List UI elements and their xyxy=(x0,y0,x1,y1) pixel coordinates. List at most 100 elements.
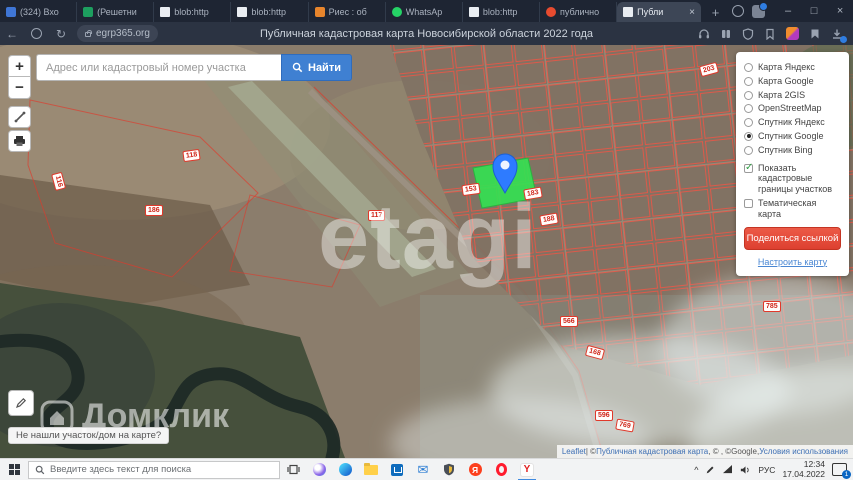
tab-title: (Решетни xyxy=(97,7,137,17)
grid-app-icon xyxy=(314,7,325,17)
checkbox-checked-icon[interactable] xyxy=(744,162,753,173)
layer-option-bing-sat[interactable]: Спутник Bing xyxy=(744,145,841,156)
layer-option-yandex-map[interactable]: Карта Яндекс xyxy=(744,62,841,73)
download-badge xyxy=(840,35,847,43)
browser-tab[interactable]: blob:http xyxy=(154,2,232,22)
reload-icon[interactable]: ↻ xyxy=(49,27,73,41)
clock[interactable]: 12:34 17.04.2022 xyxy=(782,459,825,479)
tab-title: Публи xyxy=(637,7,664,17)
download-icon[interactable] xyxy=(831,28,847,43)
yandex-button[interactable]: Я xyxy=(462,459,488,480)
notification-badge: 1 xyxy=(842,470,851,479)
profile-icon[interactable] xyxy=(752,1,769,18)
pkk-link[interactable]: Публичная кадастровая карта xyxy=(596,447,708,456)
radio-icon[interactable] xyxy=(744,145,753,155)
radio-icon[interactable] xyxy=(744,63,753,72)
zoom-out-button[interactable]: − xyxy=(8,77,31,99)
address-bar[interactable]: egrp365.org xyxy=(77,25,158,42)
volume-icon[interactable] xyxy=(740,465,751,475)
store-button[interactable] xyxy=(384,459,410,480)
opera-button[interactable] xyxy=(488,459,514,480)
browser-tab-active[interactable]: Публи × xyxy=(617,2,701,22)
close-window-button[interactable]: × xyxy=(827,0,853,22)
map-search: Найти xyxy=(36,54,352,81)
language-indicator[interactable]: РУС xyxy=(758,465,775,475)
search-input[interactable] xyxy=(36,54,281,81)
back-icon[interactable]: ← xyxy=(0,27,24,41)
network-icon[interactable] xyxy=(722,465,733,474)
layer-option-osm[interactable]: OpenStreetMap xyxy=(744,103,841,114)
tray-expand-icon[interactable]: ^ xyxy=(694,465,698,475)
browser-sync-icon[interactable] xyxy=(732,5,745,17)
zoom-in-button[interactable]: + xyxy=(8,55,31,77)
browser-tab[interactable]: Риес : об xyxy=(309,2,386,22)
show-boundaries-checkbox[interactable]: Показать кадастровые границы участков xyxy=(744,162,841,195)
protect-icon[interactable] xyxy=(742,27,754,40)
parcel-label[interactable]: 186 xyxy=(145,205,163,216)
radio-icon[interactable] xyxy=(744,90,753,100)
browser-tab[interactable]: (324) Вхо xyxy=(0,2,78,22)
date-text: 17.04.2022 xyxy=(782,468,825,479)
action-center-button[interactable]: 1 xyxy=(832,463,851,479)
radio-icon[interactable] xyxy=(744,118,753,128)
radio-icon[interactable] xyxy=(744,76,753,86)
extension-avatar-icon[interactable] xyxy=(786,27,799,40)
find-button-label: Найти xyxy=(308,61,341,74)
browser-tab[interactable]: (Решетни xyxy=(77,2,155,22)
cadastral-map[interactable]: 233 118 116 186 117 153 183 188 203 566 … xyxy=(0,45,853,458)
layer-option-2gis-map[interactable]: Карта 2GIS xyxy=(744,90,841,101)
close-tab-icon[interactable]: × xyxy=(689,7,695,18)
task-view-button[interactable] xyxy=(280,459,306,480)
leaflet-link[interactable]: Leaflet xyxy=(562,447,586,456)
configure-map-link[interactable]: Настроить карту xyxy=(744,257,841,267)
parcel-label[interactable]: 785 xyxy=(763,301,781,312)
yandex-browser-button[interactable]: Y xyxy=(514,459,540,480)
parcel-label[interactable]: 566 xyxy=(560,316,578,327)
parcel-label[interactable]: 596 xyxy=(595,410,613,421)
minimize-button[interactable]: – xyxy=(775,0,801,22)
browser-tab[interactable]: WhatsAp xyxy=(386,2,463,22)
taskbar-search-input[interactable] xyxy=(50,464,273,475)
browser-tab[interactable]: blob:http xyxy=(463,2,540,22)
browser-tab-strip: (324) Вхо (Решетни blob:http blob:http Р… xyxy=(0,0,853,22)
extensions-icon[interactable] xyxy=(720,28,732,40)
print-button[interactable] xyxy=(8,130,31,152)
radio-icon[interactable] xyxy=(744,104,753,114)
tab-title: blob:http xyxy=(174,7,209,17)
whatsapp-icon xyxy=(391,7,402,17)
browser-tab[interactable]: публично xyxy=(540,2,618,22)
find-button[interactable]: Найти xyxy=(281,54,352,81)
browser-tab[interactable]: blob:http xyxy=(231,2,309,22)
terms-link[interactable]: Условия использования xyxy=(759,447,848,456)
layer-option-yandex-sat[interactable]: Спутник Яндекс xyxy=(744,117,841,128)
cortana-button[interactable] xyxy=(306,459,332,480)
document-icon xyxy=(468,7,479,17)
mail-button[interactable]: ✉ xyxy=(410,459,436,480)
antivirus-button[interactable] xyxy=(436,459,462,480)
task-view-icon xyxy=(286,464,300,475)
mail-icon xyxy=(6,7,16,17)
edge-button[interactable] xyxy=(332,459,358,480)
tab-title: Риес : об xyxy=(328,7,367,17)
parcel-label[interactable]: 117 xyxy=(368,210,386,221)
share-link-button[interactable]: Поделиться ссылкой xyxy=(744,226,841,250)
layer-option-google-sat[interactable]: Спутник Google xyxy=(744,131,841,142)
pen-icon[interactable] xyxy=(705,465,715,475)
browser-logo-icon[interactable] xyxy=(31,28,42,39)
file-explorer-button[interactable] xyxy=(358,459,384,480)
restore-button[interactable]: □ xyxy=(801,0,827,22)
headphones-icon[interactable] xyxy=(698,28,710,40)
thematic-map-checkbox[interactable]: Тематическая карта xyxy=(744,198,841,220)
taskbar-search[interactable] xyxy=(28,460,280,479)
draw-parcel-button[interactable] xyxy=(8,390,34,416)
start-button[interactable] xyxy=(0,459,28,480)
radio-selected-icon[interactable] xyxy=(744,131,753,141)
new-tab-button[interactable]: + xyxy=(707,2,724,22)
layer-option-google-map[interactable]: Карта Google xyxy=(744,76,841,87)
opera-icon xyxy=(495,463,507,476)
bookmark-icon[interactable] xyxy=(764,28,776,40)
measure-button[interactable] xyxy=(8,106,31,128)
document-icon xyxy=(623,7,634,17)
collections-flag-icon[interactable] xyxy=(809,28,821,40)
checkbox-icon[interactable] xyxy=(744,198,753,208)
